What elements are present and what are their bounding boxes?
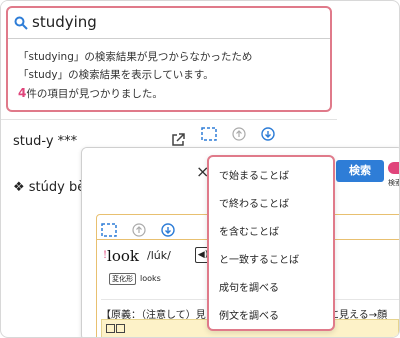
search-input[interactable]: studying bbox=[32, 13, 97, 31]
pronunciation: /lúk/ bbox=[147, 249, 171, 262]
headword-text: look bbox=[107, 247, 139, 265]
entry-toolbar bbox=[201, 125, 285, 145]
result-entry-study[interactable]: stud-y *** bbox=[13, 134, 77, 149]
arrow-down-icon[interactable] bbox=[261, 126, 275, 145]
message-line-2: 「study」の検索結果を表示しています。 bbox=[18, 69, 214, 81]
search-bar[interactable]: studying bbox=[8, 8, 330, 39]
arrow-up-icon[interactable] bbox=[232, 126, 246, 145]
menu-item-contains[interactable]: を含むことば bbox=[219, 223, 279, 238]
entry-toolbar bbox=[101, 221, 185, 241]
search-toggle[interactable] bbox=[388, 162, 399, 174]
search-mode-menu: で始まることば で終わることば を含むことば と一致することば 成句を調べる 例… bbox=[207, 155, 335, 331]
inflection-forms: 変化形 looks bbox=[109, 273, 161, 285]
select-icon[interactable] bbox=[201, 126, 217, 145]
forms-text: looks bbox=[140, 274, 161, 283]
menu-item-examples[interactable]: 例文を調べる bbox=[219, 307, 279, 322]
app-window: studying 「studying」の検索結果が見つからなかったため 「stu… bbox=[0, 0, 400, 338]
menu-item-starts-with[interactable]: で始まることば bbox=[219, 167, 289, 182]
menu-item-exact-match[interactable]: と一致することば bbox=[219, 251, 299, 266]
search-message: 「studying」の検索結果が見つからなかったため 「study」の検索結果を… bbox=[18, 48, 252, 84]
toggle-label: 検索 bbox=[388, 179, 399, 187]
divider bbox=[1, 119, 337, 120]
search-result-box: studying 「studying」の検索結果が見つからなかったため 「stu… bbox=[6, 6, 332, 112]
menu-item-ends-with[interactable]: で終わることば bbox=[219, 195, 289, 210]
message-line-1: 「studying」の検索結果が見つからなかったため bbox=[18, 51, 253, 63]
result-count: 4件の項目が見つかりました。 bbox=[18, 86, 163, 101]
form-tag: 変化形 bbox=[109, 273, 136, 285]
headword: !look bbox=[103, 247, 139, 265]
search-button[interactable]: 検索 bbox=[336, 160, 384, 182]
result-count-text: 件の項目が見つかりました。 bbox=[26, 88, 163, 100]
search-icon bbox=[14, 15, 28, 34]
menu-item-phrases[interactable]: 成句を調べる bbox=[219, 279, 279, 294]
definition-icons bbox=[106, 324, 126, 336]
